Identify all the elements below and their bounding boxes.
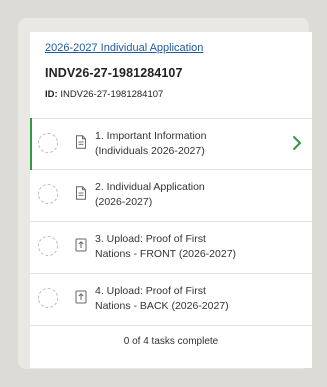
task-item-important-information[interactable]: 1. Important Information (Individuals 20… (30, 118, 312, 170)
task-label-line2: Nations - FRONT (2026-2027) (95, 248, 237, 260)
task-label-line2: (Individuals 2026-2027) (95, 145, 205, 157)
task-label-line1: 4. Upload: Proof of First (95, 285, 206, 297)
task-list: 1. Important Information (Individuals 20… (30, 118, 312, 326)
application-header: 2026-2027 Individual Application INDV26-… (30, 32, 312, 101)
task-progress-text: 0 of 4 tasks complete (123, 336, 219, 347)
upload-icon (75, 290, 87, 304)
document-icon (76, 186, 86, 200)
task-label: 2. Individual Application (2026-2027) (95, 180, 275, 210)
application-title: INDV26-27-1981284107 (45, 66, 183, 80)
task-label-line1: 1. Important Information (95, 130, 207, 142)
application-id: ID: INDV26-27-1981284107 (45, 89, 312, 101)
document-icon (76, 135, 86, 149)
task-label-line1: 3. Upload: Proof of First (95, 233, 206, 245)
task-label-line2: Nations - BACK (2026-2027) (95, 300, 229, 312)
task-item-upload-proof-back[interactable]: 4. Upload: Proof of First Nations - BACK… (30, 274, 312, 326)
task-status-circle-icon (38, 288, 58, 308)
task-item-individual-application[interactable]: 2. Individual Application (2026-2027) (30, 170, 312, 222)
application-link[interactable]: 2026-2027 Individual Application (45, 42, 203, 55)
application-card: 2026-2027 Individual Application INDV26-… (30, 32, 312, 368)
chevron-right-icon[interactable] (290, 134, 304, 152)
task-item-upload-proof-front[interactable]: 3. Upload: Proof of First Nations - FRON… (30, 222, 312, 274)
task-label: 3. Upload: Proof of First Nations - FRON… (95, 232, 275, 262)
task-label: 4. Upload: Proof of First Nations - BACK… (95, 284, 275, 314)
task-label-line2: (2026-2027) (95, 196, 153, 208)
upload-icon (75, 238, 87, 252)
task-status-circle-icon (38, 236, 58, 256)
task-label: 1. Important Information (Individuals 20… (95, 129, 275, 159)
task-status-circle-icon (38, 184, 58, 204)
application-id-label: ID: (45, 89, 58, 100)
application-id-value: INDV26-27-1981284107 (60, 89, 164, 100)
task-label-line1: 2. Individual Application (95, 181, 205, 193)
task-status-circle-icon (38, 133, 58, 153)
